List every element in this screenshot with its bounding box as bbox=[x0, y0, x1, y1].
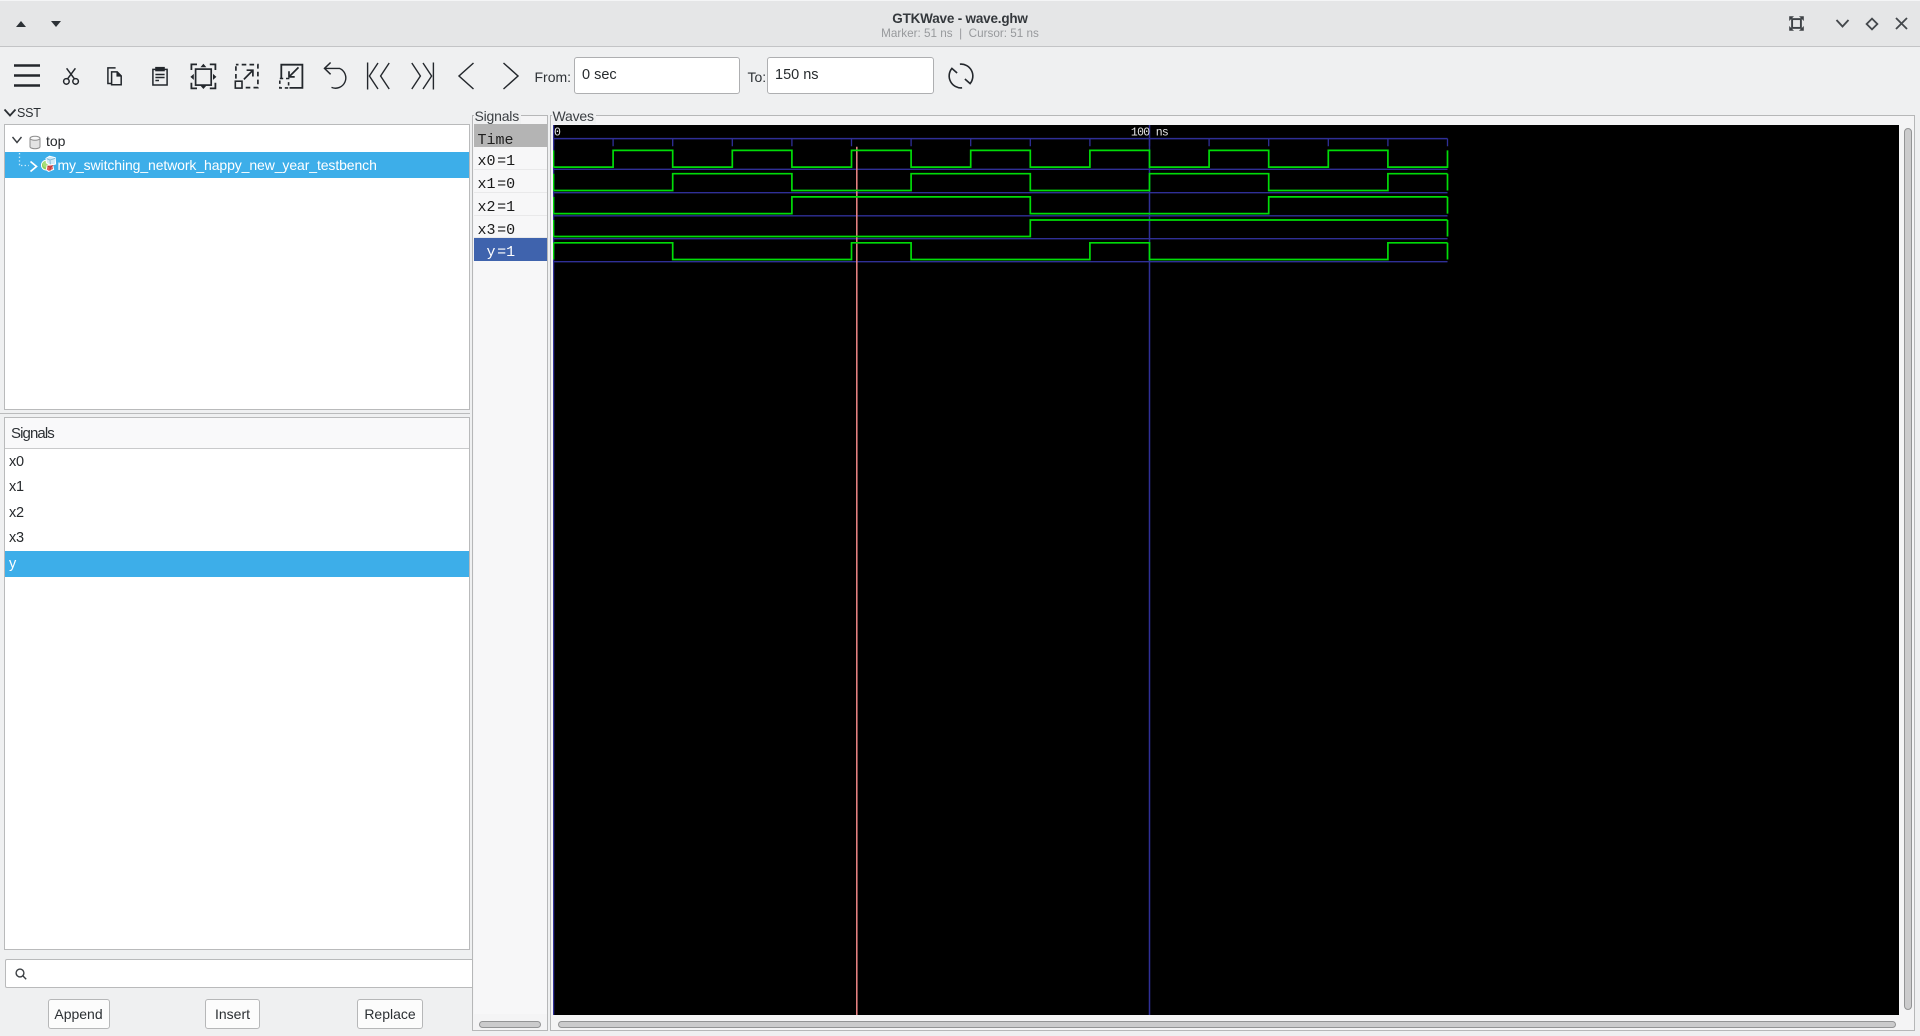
svg-text:0: 0 bbox=[554, 127, 561, 140]
svg-text:100 ns: 100 ns bbox=[1131, 127, 1168, 140]
